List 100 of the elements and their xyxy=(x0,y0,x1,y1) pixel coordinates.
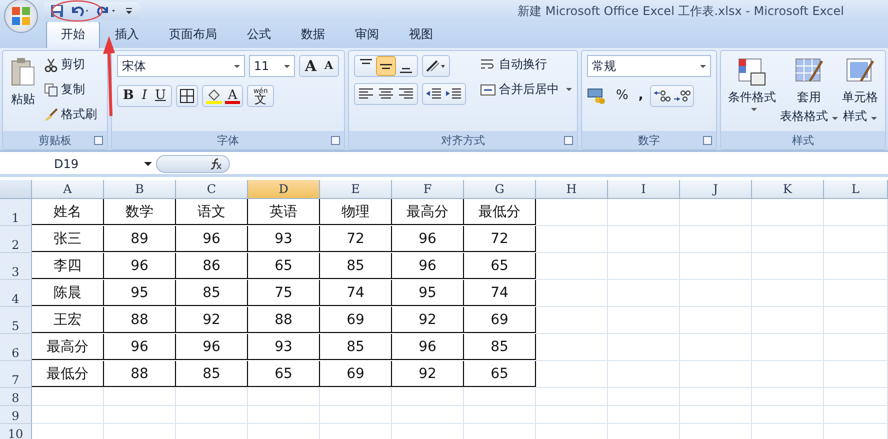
row-header[interactable]: 3 xyxy=(0,253,32,280)
ribbon-tab[interactable]: 开始 xyxy=(46,21,100,48)
column-header[interactable]: F xyxy=(392,180,464,199)
number-format-field[interactable]: 常规 xyxy=(587,55,711,77)
office-button[interactable] xyxy=(4,0,38,33)
empty-cell[interactable] xyxy=(680,361,752,388)
column-header[interactable]: H xyxy=(536,180,608,199)
row-header[interactable]: 8 xyxy=(0,388,32,406)
borders-icon[interactable] xyxy=(178,88,195,104)
column-header[interactable]: I xyxy=(608,180,680,199)
empty-cell[interactable] xyxy=(752,199,824,226)
empty-cell[interactable] xyxy=(248,406,320,424)
empty-cell[interactable] xyxy=(752,334,824,361)
font-size-field[interactable]: 11 xyxy=(248,55,295,77)
empty-cell[interactable] xyxy=(752,280,824,307)
cell-styles-button[interactable]: 单元格 样式 xyxy=(840,57,880,131)
font-name-field[interactable]: 宋体 xyxy=(116,55,245,77)
empty-cell[interactable] xyxy=(536,307,608,334)
orientation-icon[interactable] xyxy=(425,59,447,73)
redo-icon[interactable] xyxy=(96,4,118,18)
empty-cell[interactable] xyxy=(392,406,464,424)
decrease-indent-icon[interactable] xyxy=(425,87,443,101)
vertical-align-button[interactable] xyxy=(377,57,395,75)
row-header[interactable]: 6 xyxy=(0,334,32,361)
row-header[interactable]: 5 xyxy=(0,307,32,334)
empty-cell[interactable] xyxy=(824,361,888,388)
empty-cell[interactable] xyxy=(752,388,824,406)
increase-indent-icon[interactable] xyxy=(445,87,463,101)
empty-cell[interactable] xyxy=(536,253,608,280)
percent-button[interactable]: % xyxy=(613,87,632,105)
increase-decimal-icon[interactable] xyxy=(653,88,672,104)
empty-cell[interactable] xyxy=(536,361,608,388)
empty-cell[interactable] xyxy=(536,406,608,424)
empty-cell[interactable] xyxy=(752,406,824,424)
empty-cell[interactable] xyxy=(824,280,888,307)
comma-style-button[interactable]: , xyxy=(635,87,646,105)
row-header[interactable]: 1 xyxy=(0,199,32,226)
empty-cell[interactable] xyxy=(392,388,464,406)
empty-cell[interactable] xyxy=(176,388,248,406)
empty-cell[interactable] xyxy=(464,406,536,424)
empty-cell[interactable] xyxy=(104,388,176,406)
empty-cell[interactable] xyxy=(752,307,824,334)
empty-cell[interactable] xyxy=(824,226,888,253)
row-header[interactable]: 4 xyxy=(0,280,32,307)
grow-font-button[interactable]: A xyxy=(302,57,320,75)
empty-cell[interactable] xyxy=(824,406,888,424)
column-header[interactable]: J xyxy=(680,180,752,199)
column-header[interactable]: C xyxy=(176,180,248,199)
column-header[interactable]: K xyxy=(752,180,824,199)
customize-caret-icon[interactable] xyxy=(124,6,134,16)
empty-cell[interactable] xyxy=(608,253,680,280)
conditional-format-button[interactable]: 条件格式 xyxy=(726,57,778,131)
empty-cell[interactable] xyxy=(680,406,752,424)
dialog-launcher-icon[interactable] xyxy=(703,136,712,145)
empty-cell[interactable] xyxy=(824,334,888,361)
empty-cell[interactable] xyxy=(752,361,824,388)
copy-button[interactable]: 复制 xyxy=(42,80,99,99)
empty-cell[interactable] xyxy=(824,307,888,334)
dialog-launcher-icon[interactable] xyxy=(564,136,573,145)
empty-cell[interactable] xyxy=(536,199,608,226)
column-header[interactable]: E xyxy=(320,180,392,199)
wrap-text-button[interactable]: 自动换行 xyxy=(478,55,574,74)
align-center-icon[interactable] xyxy=(377,87,395,101)
empty-cell[interactable] xyxy=(104,406,176,424)
ribbon-tab[interactable]: 页面布局 xyxy=(154,21,232,48)
row-header[interactable]: 7 xyxy=(0,361,32,388)
empty-cell[interactable] xyxy=(752,226,824,253)
empty-cell[interactable] xyxy=(680,226,752,253)
empty-cell[interactable] xyxy=(680,199,752,226)
merge-center-button[interactable]: 合并后居中 xyxy=(478,80,574,99)
fill-color-icon[interactable] xyxy=(204,87,223,105)
column-header[interactable]: A xyxy=(32,180,104,199)
empty-cell[interactable] xyxy=(320,406,392,424)
empty-cell[interactable] xyxy=(608,361,680,388)
empty-cell[interactable] xyxy=(608,388,680,406)
empty-cell[interactable] xyxy=(536,334,608,361)
column-header[interactable]: D xyxy=(248,180,320,199)
empty-cell[interactable] xyxy=(608,199,680,226)
select-all-corner[interactable] xyxy=(0,180,32,199)
format-as-table-button[interactable]: 套用 表格格式 xyxy=(778,57,840,131)
insert-function-button[interactable] xyxy=(156,154,230,172)
empty-cell[interactable] xyxy=(608,406,680,424)
empty-cell[interactable] xyxy=(680,334,752,361)
bold-button[interactable]: B xyxy=(120,87,137,105)
empty-cell[interactable] xyxy=(824,388,888,406)
underline-button[interactable]: U xyxy=(152,87,169,105)
ribbon-tab[interactable]: 数据 xyxy=(286,21,340,48)
empty-cell[interactable] xyxy=(608,226,680,253)
empty-cell[interactable] xyxy=(608,334,680,361)
italic-button[interactable]: I xyxy=(138,87,150,105)
cut-button[interactable]: 剪切 xyxy=(42,55,99,74)
undo-icon[interactable] xyxy=(70,4,90,18)
column-header[interactable]: G xyxy=(464,180,536,199)
empty-cell[interactable] xyxy=(536,280,608,307)
align-left-icon[interactable] xyxy=(357,87,375,101)
dialog-launcher-icon[interactable] xyxy=(331,136,340,145)
ribbon-tab[interactable]: 审阅 xyxy=(340,21,394,48)
empty-cell[interactable] xyxy=(680,307,752,334)
format-painter-button[interactable]: 格式刷 xyxy=(42,105,99,124)
empty-cell[interactable] xyxy=(320,388,392,406)
